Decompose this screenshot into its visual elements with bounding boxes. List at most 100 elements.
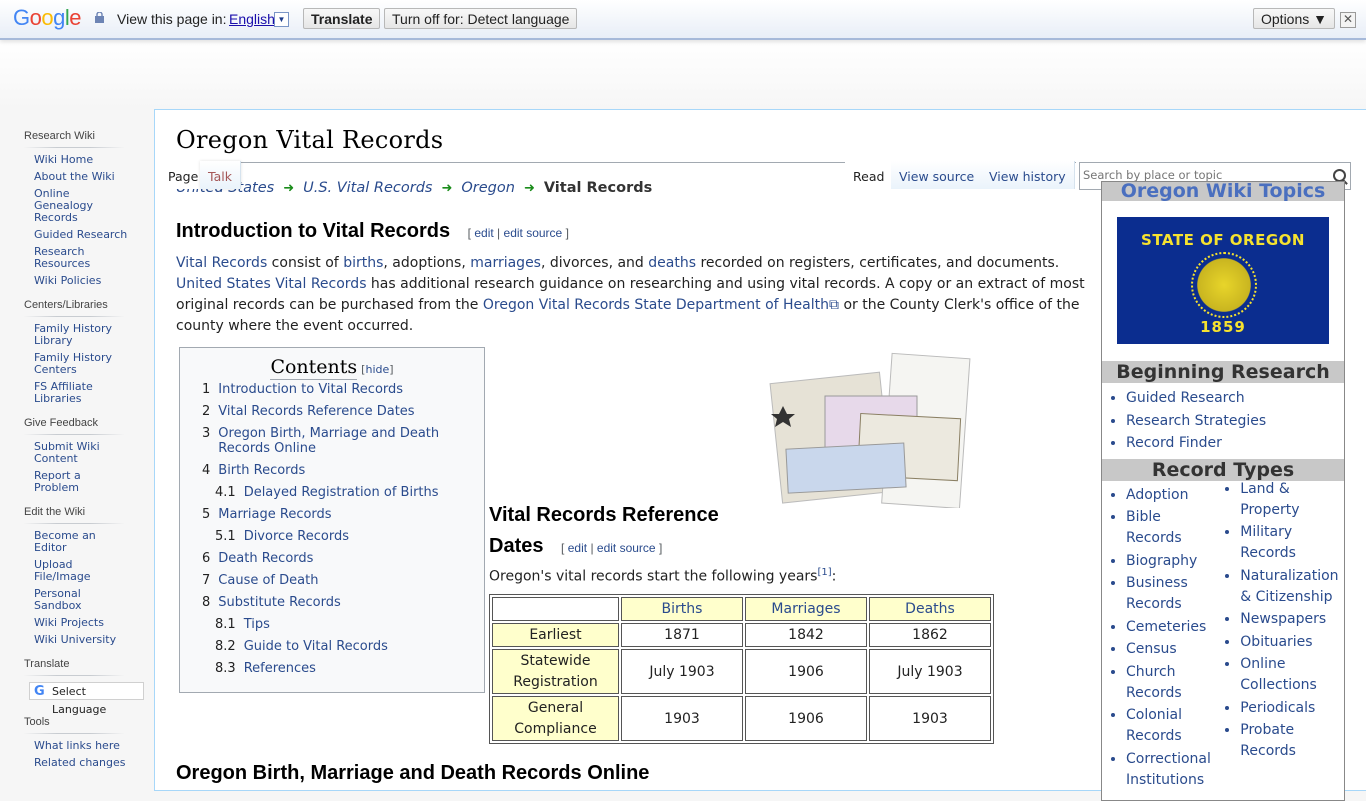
toc-label[interactable]: Marriage Records [218, 507, 448, 522]
link-us-vital-records[interactable]: United States Vital Records [176, 276, 366, 292]
turn-off-button[interactable]: Turn off for: Detect language [384, 8, 578, 29]
separator: | [497, 226, 501, 240]
list-item[interactable]: Guided Research [1126, 387, 1344, 410]
options-button[interactable]: Options ▼ [1253, 8, 1335, 29]
toc-label[interactable]: Guide to Vital Records [244, 639, 474, 654]
sidebar-item-wiki-policies[interactable]: Wiki Policies [34, 275, 129, 287]
list-item[interactable]: Church Records [1126, 662, 1220, 704]
breadcrumb-link[interactable]: Oregon [461, 180, 515, 196]
sidebar-item-wiki-university[interactable]: Wiki University [34, 634, 129, 646]
toc-label[interactable]: Death Records [218, 551, 448, 566]
toc-label[interactable]: Divorce Records [244, 529, 474, 544]
toc-label[interactable]: Delayed Registration of Births [244, 485, 474, 500]
list-item[interactable]: Periodicals [1240, 698, 1344, 719]
toc-item[interactable]: 5.1 Divorce Records [202, 529, 484, 544]
list-item[interactable]: Military Records [1240, 522, 1344, 564]
sidebar-item-become-editor[interactable]: Become an Editor [34, 530, 129, 554]
list-item[interactable]: Correctional Institutions [1126, 749, 1220, 791]
sidebar-item-personal-sandbox[interactable]: Personal Sandbox [34, 588, 129, 612]
tab-view-history[interactable]: View history [981, 161, 1075, 189]
portal-centers-libraries: Centers/Libraries Family History Library… [24, 299, 155, 405]
tab-talk[interactable]: Talk [200, 161, 241, 189]
toc-item[interactable]: 3 Oregon Birth, Marriage and Death Record… [202, 426, 484, 456]
sidebar-item-online-genealogy-records[interactable]: Online Genealogy Records [34, 188, 129, 224]
toc-label[interactable]: Vital Records Reference Dates [218, 404, 448, 419]
translate-bar: Google View this page in: English ▼ Tran… [0, 0, 1366, 40]
list-item[interactable]: Record Finder [1126, 432, 1344, 455]
toc-hide-link[interactable]: hide [365, 363, 389, 376]
sidebar-item-submit-wiki-content[interactable]: Submit Wiki Content [34, 441, 129, 465]
list-item[interactable]: Research Strategies [1126, 410, 1344, 433]
link-oregon-health-dept[interactable]: Oregon Vital Records State Department of… [483, 297, 839, 313]
toc-item[interactable]: 4.1 Delayed Registration of Births [202, 485, 484, 500]
text: recorded on registers, certificates, and… [696, 255, 1060, 271]
toc-label[interactable]: Introduction to Vital Records [218, 382, 448, 397]
link-marriages[interactable]: marriages [470, 255, 541, 271]
sidebar-item-research-resources[interactable]: Research Resources [34, 246, 129, 270]
column-header[interactable]: Births [621, 597, 743, 621]
sidebar-item-wiki-projects[interactable]: Wiki Projects [34, 617, 129, 629]
list-item[interactable]: Obituaries [1240, 632, 1344, 653]
edit-link[interactable]: edit [568, 541, 587, 555]
list-item[interactable]: Probate Records [1240, 720, 1344, 762]
row-header: Earliest [492, 623, 619, 647]
tab-read[interactable]: Read [845, 161, 894, 189]
toc-label[interactable]: Birth Records [218, 463, 448, 478]
tab-view-source[interactable]: View source [891, 161, 984, 189]
toc-item[interactable]: 2 Vital Records Reference Dates [202, 404, 484, 419]
toc-item[interactable]: 1 Introduction to Vital Records [202, 382, 484, 397]
sidebar-item-fs-affiliate-libraries[interactable]: FS Affiliate Libraries [34, 381, 129, 405]
list-item[interactable]: Business Records [1126, 573, 1220, 615]
toc-item[interactable]: 6 Death Records [202, 551, 484, 566]
sidebar-item-what-links-here[interactable]: What links here [34, 740, 129, 752]
toc-item[interactable]: 8 Substitute Records [202, 595, 484, 610]
link-vital-records[interactable]: Vital Records [176, 255, 267, 271]
toc-item[interactable]: 7 Cause of Death [202, 573, 484, 588]
breadcrumb-link[interactable]: U.S. Vital Records [303, 180, 432, 196]
footnote-link[interactable]: [1] [817, 567, 831, 578]
edit-source-link[interactable]: edit source [597, 541, 656, 555]
vital-records-documents-image[interactable] [767, 348, 973, 508]
sidebar-item-guided-research[interactable]: Guided Research [34, 229, 129, 241]
toc-label[interactable]: Cause of Death [218, 573, 448, 588]
list-item[interactable]: Online Collections [1240, 654, 1344, 696]
language-dropdown-icon[interactable]: ▼ [274, 12, 289, 27]
language-link[interactable]: English [229, 11, 275, 27]
toc-item[interactable]: 8.1 Tips [202, 617, 484, 632]
edit-link[interactable]: edit [474, 226, 493, 240]
list-item[interactable]: Cemeteries [1126, 617, 1220, 638]
sidebar-item-related-changes[interactable]: Related changes [34, 757, 129, 769]
sidebar-item-about-wiki[interactable]: About the Wiki [34, 171, 129, 183]
toc-item[interactable]: 8.2 Guide to Vital Records [202, 639, 484, 654]
toc-label[interactable]: Tips [244, 617, 474, 632]
list-item[interactable]: Census [1126, 639, 1220, 660]
edit-source-link[interactable]: edit source [504, 226, 563, 240]
column-header[interactable]: Deaths [869, 597, 991, 621]
sidebar-item-family-history-library[interactable]: Family History Library [34, 323, 129, 347]
toc-label[interactable]: Oregon Birth, Marriage and Death Records… [218, 426, 448, 456]
link-deaths[interactable]: deaths [648, 255, 696, 271]
list-item[interactable]: Biography [1126, 551, 1220, 572]
close-icon[interactable]: ✕ [1340, 12, 1356, 28]
toc-number: 2 [202, 404, 211, 419]
toc-label[interactable]: References [244, 661, 474, 676]
link-births[interactable]: births [343, 255, 383, 271]
sidebar-item-report-problem[interactable]: Report a Problem [34, 470, 129, 494]
sidebar-item-upload-file[interactable]: Upload File/Image [34, 559, 129, 583]
toc-item[interactable]: 4 Birth Records [202, 463, 484, 478]
select-language-dropdown[interactable]: G Select Language [29, 682, 144, 716]
column-header[interactable]: Marriages [745, 597, 867, 621]
sidebar-item-family-history-centers[interactable]: Family History Centers [34, 352, 129, 376]
sidebar-item-wiki-home[interactable]: Wiki Home [34, 154, 129, 166]
list-item[interactable]: Bible Records [1126, 507, 1220, 549]
list-item[interactable]: Colonial Records [1126, 705, 1220, 747]
list-item[interactable]: Newspapers [1240, 609, 1344, 630]
list-item[interactable]: Land & Property [1240, 479, 1344, 521]
translate-button[interactable]: Translate [303, 8, 381, 29]
list-item[interactable]: Adoption [1126, 485, 1220, 506]
toc-hide-toggle[interactable]: [hide] [361, 363, 393, 376]
list-item[interactable]: Naturalization & Citizenship [1240, 566, 1344, 608]
toc-item[interactable]: 5 Marriage Records [202, 507, 484, 522]
toc-label[interactable]: Substitute Records [218, 595, 448, 610]
toc-item[interactable]: 8.3 References [202, 661, 484, 676]
